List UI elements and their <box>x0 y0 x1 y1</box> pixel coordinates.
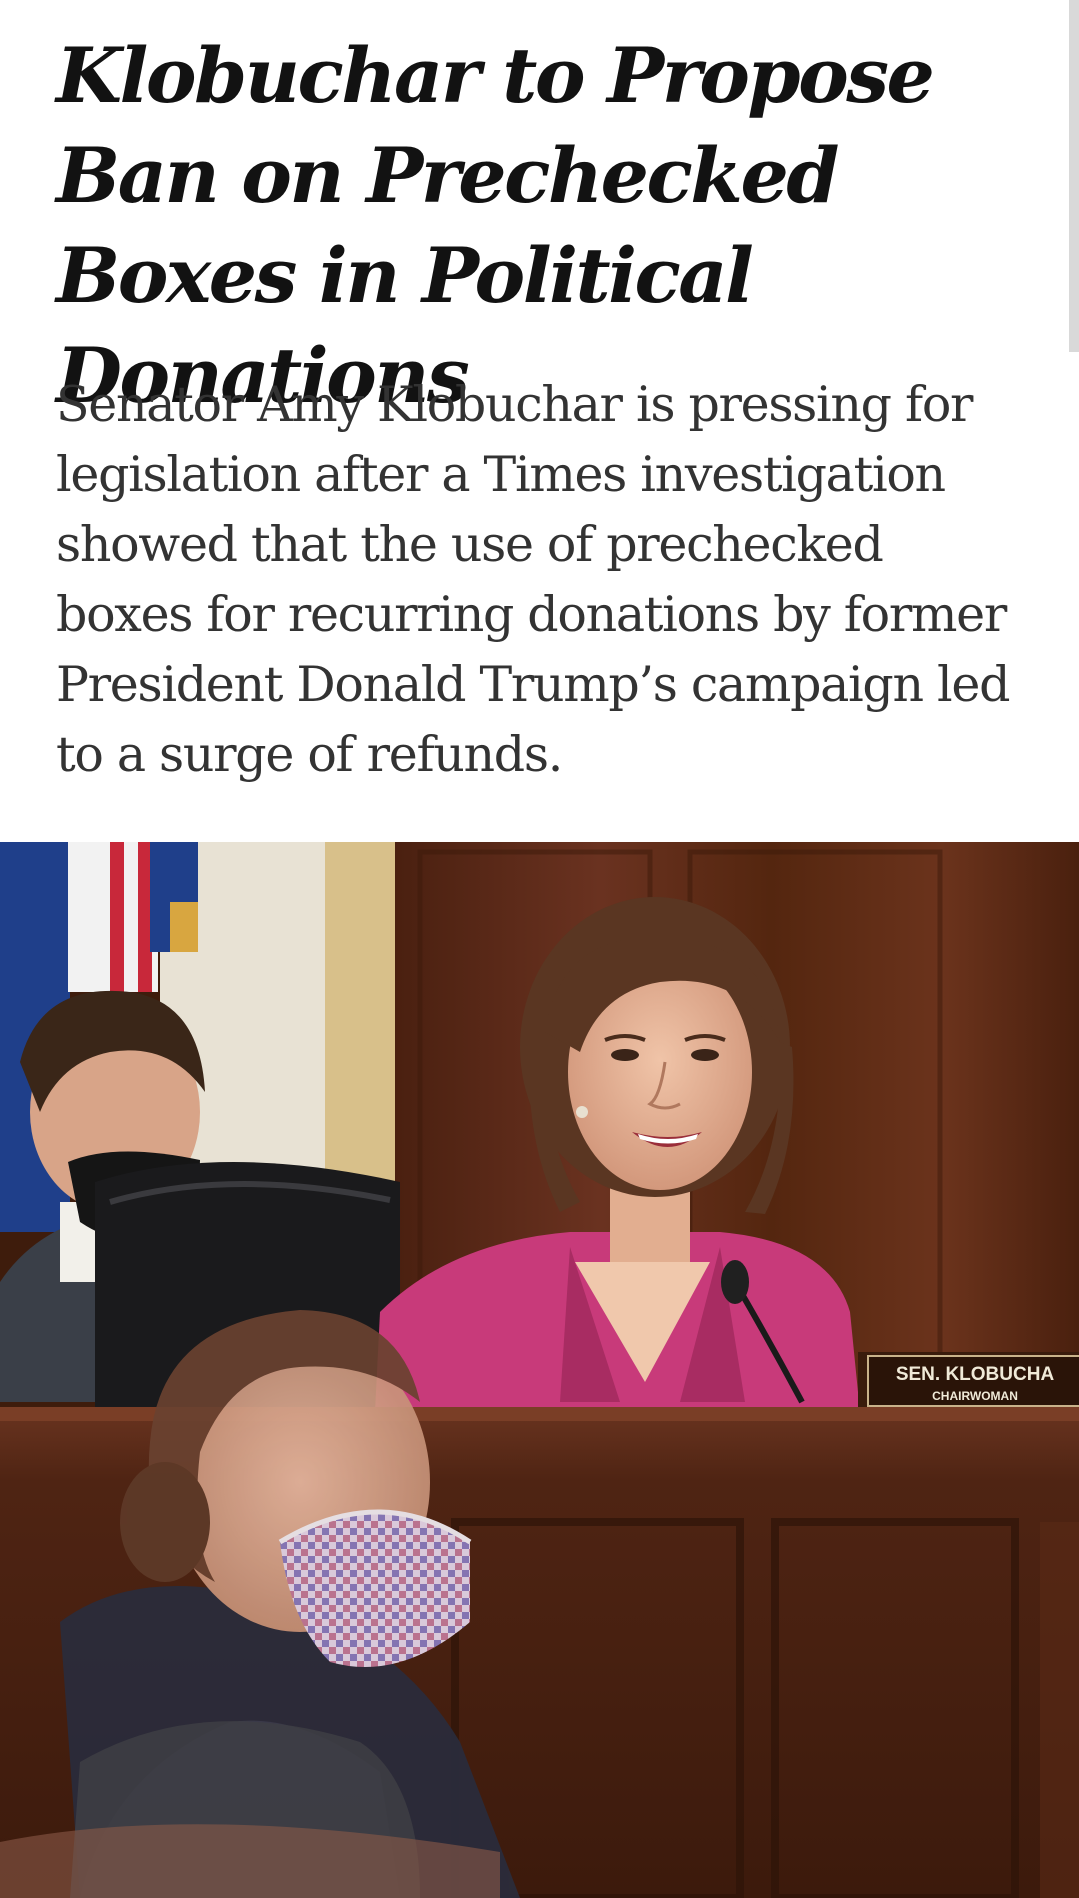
article: Klobuchar to Propose Ban on Prechecked B… <box>0 0 1079 1898</box>
lead-photo[interactable]: SEN. KLOBUCHA CHAIRWOMAN <box>0 842 1079 1898</box>
article-summary: Senator Amy Klobuchar is pressing for le… <box>56 376 1010 783</box>
lead-photo-illustration: SEN. KLOBUCHA CHAIRWOMAN <box>0 842 1079 1898</box>
scrollbar[interactable] <box>1069 0 1079 352</box>
headline: Klobuchar to Propose Ban on Prechecked B… <box>56 31 935 420</box>
nameplate-name: SEN. KLOBUCHA <box>896 1364 1055 1385</box>
nameplate-title: CHAIRWOMAN <box>932 1389 1018 1403</box>
